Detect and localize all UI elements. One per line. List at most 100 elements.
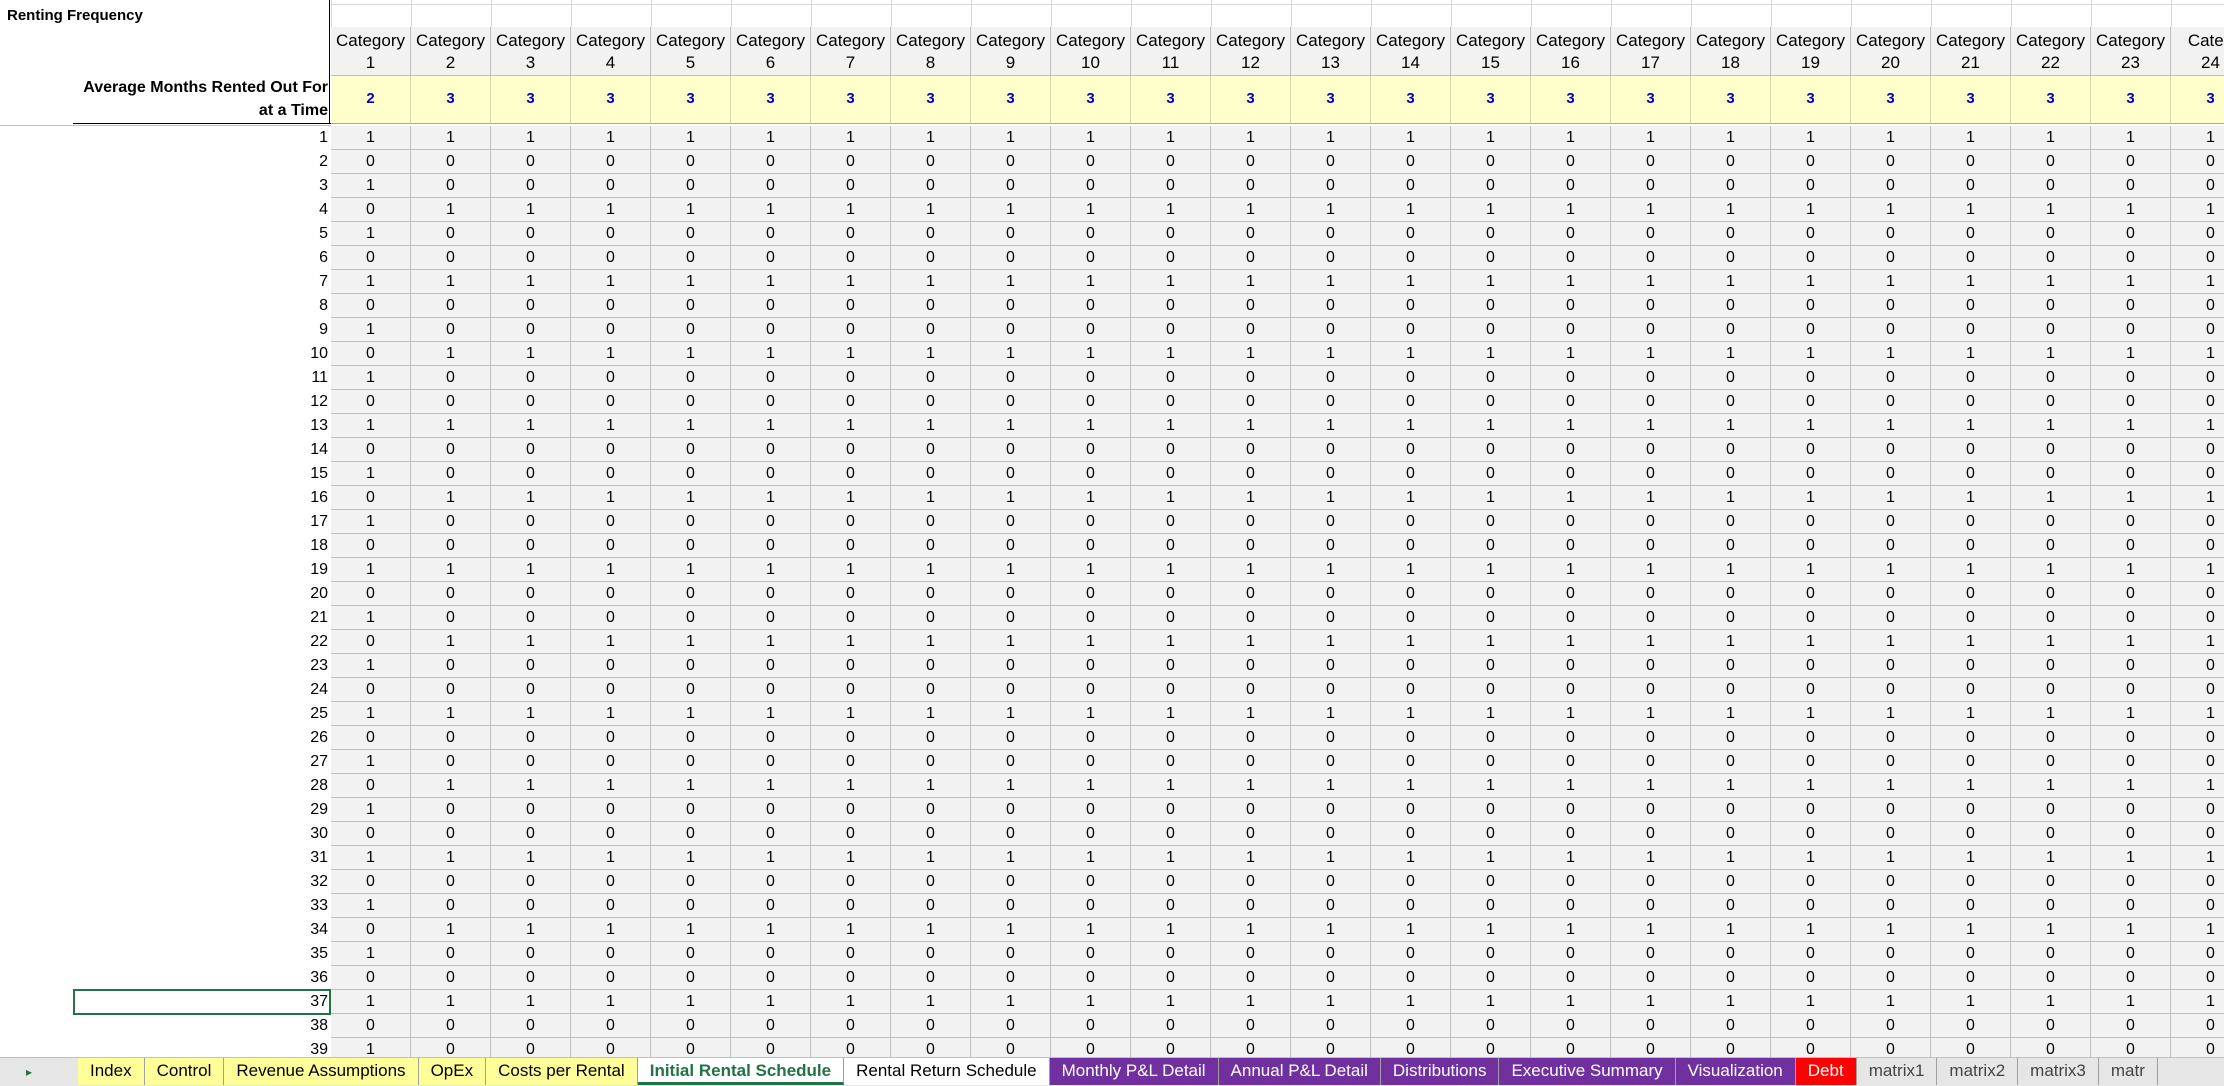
- data-cell[interactable]: 0: [571, 654, 651, 678]
- data-cell[interactable]: 0: [1211, 150, 1291, 174]
- avg-months-input[interactable]: 3: [2011, 76, 2091, 124]
- data-cell[interactable]: 1: [2171, 918, 2224, 942]
- data-cell[interactable]: 1: [651, 486, 731, 510]
- data-cell[interactable]: 1: [1611, 630, 1691, 654]
- data-cell[interactable]: 1: [1371, 990, 1451, 1014]
- data-cell[interactable]: 0: [1131, 606, 1211, 630]
- data-cell[interactable]: 1: [651, 270, 731, 294]
- data-cell[interactable]: 1: [411, 558, 491, 582]
- data-cell[interactable]: 1: [2091, 486, 2171, 510]
- data-cell[interactable]: 0: [1771, 510, 1851, 534]
- data-cell[interactable]: 0: [1211, 246, 1291, 270]
- category-header[interactable]: Category 17: [1611, 27, 1691, 76]
- data-cell[interactable]: 0: [731, 318, 811, 342]
- data-cell[interactable]: 1: [731, 126, 811, 150]
- data-cell[interactable]: 0: [571, 678, 651, 702]
- data-cell[interactable]: 0: [331, 342, 411, 366]
- data-cell[interactable]: 1: [571, 846, 651, 870]
- data-cell[interactable]: 0: [491, 246, 571, 270]
- category-header[interactable]: Category 9: [971, 27, 1051, 76]
- avg-months-input[interactable]: 3: [2091, 76, 2171, 124]
- data-cell[interactable]: 1: [1931, 918, 2011, 942]
- data-cell[interactable]: 0: [1771, 174, 1851, 198]
- data-cell[interactable]: 1: [2011, 126, 2091, 150]
- data-cell[interactable]: 0: [1371, 510, 1451, 534]
- data-cell[interactable]: 0: [971, 534, 1051, 558]
- data-cell[interactable]: 1: [1051, 414, 1131, 438]
- data-cell[interactable]: 1: [2011, 990, 2091, 1014]
- data-cell[interactable]: 0: [1051, 966, 1131, 990]
- data-cell[interactable]: 0: [1611, 294, 1691, 318]
- data-cell[interactable]: 0: [1051, 510, 1131, 534]
- data-cell[interactable]: 0: [2011, 222, 2091, 246]
- data-cell[interactable]: 0: [411, 582, 491, 606]
- data-cell[interactable]: 0: [1451, 510, 1531, 534]
- data-cell[interactable]: 1: [971, 342, 1051, 366]
- data-cell[interactable]: 0: [1611, 534, 1691, 558]
- data-cell[interactable]: 0: [1771, 390, 1851, 414]
- data-cell[interactable]: 0: [731, 534, 811, 558]
- data-cell[interactable]: 0: [731, 294, 811, 318]
- data-cell[interactable]: 0: [971, 822, 1051, 846]
- data-cell[interactable]: 0: [1531, 582, 1611, 606]
- data-cell[interactable]: 0: [1211, 534, 1291, 558]
- data-cell[interactable]: 0: [491, 462, 571, 486]
- data-cell[interactable]: 1: [651, 990, 731, 1014]
- data-cell[interactable]: 1: [2011, 558, 2091, 582]
- data-cell[interactable]: 1: [731, 342, 811, 366]
- data-cell[interactable]: 0: [811, 822, 891, 846]
- data-cell[interactable]: 0: [1451, 390, 1531, 414]
- data-cell[interactable]: 0: [811, 606, 891, 630]
- row-label[interactable]: 21: [73, 606, 331, 630]
- data-cell[interactable]: 0: [491, 366, 571, 390]
- data-cell[interactable]: 0: [1051, 174, 1131, 198]
- data-cell[interactable]: 0: [1611, 222, 1691, 246]
- data-cell[interactable]: 0: [491, 438, 571, 462]
- data-cell[interactable]: 0: [1931, 150, 2011, 174]
- data-cell[interactable]: 1: [1211, 486, 1291, 510]
- data-cell[interactable]: 0: [811, 1014, 891, 1038]
- data-cell[interactable]: 0: [491, 150, 571, 174]
- data-cell[interactable]: 1: [1611, 486, 1691, 510]
- data-cell[interactable]: 0: [2011, 870, 2091, 894]
- data-cell[interactable]: 0: [1051, 462, 1131, 486]
- data-cell[interactable]: 0: [1611, 390, 1691, 414]
- data-cell[interactable]: 1: [1851, 126, 1931, 150]
- data-cell[interactable]: 1: [651, 414, 731, 438]
- data-cell[interactable]: 1: [1611, 414, 1691, 438]
- data-cell[interactable]: 0: [1371, 366, 1451, 390]
- data-cell[interactable]: 0: [571, 1014, 651, 1038]
- data-cell[interactable]: 1: [2011, 846, 2091, 870]
- data-cell[interactable]: 0: [1131, 174, 1211, 198]
- data-cell[interactable]: 1: [1611, 342, 1691, 366]
- data-cell[interactable]: 0: [891, 462, 971, 486]
- data-cell[interactable]: 1: [1451, 774, 1531, 798]
- data-cell[interactable]: 0: [891, 726, 971, 750]
- data-cell[interactable]: 1: [1691, 702, 1771, 726]
- data-cell[interactable]: 1: [1771, 630, 1851, 654]
- data-cell[interactable]: 0: [1211, 654, 1291, 678]
- data-cell[interactable]: 0: [491, 318, 571, 342]
- data-cell[interactable]: 1: [571, 198, 651, 222]
- data-cell[interactable]: 0: [491, 606, 571, 630]
- data-cell[interactable]: 0: [1371, 582, 1451, 606]
- data-cell[interactable]: 1: [1691, 774, 1771, 798]
- data-cell[interactable]: 0: [971, 942, 1051, 966]
- data-cell[interactable]: 1: [1131, 198, 1211, 222]
- data-cell[interactable]: 0: [1851, 174, 1931, 198]
- data-cell[interactable]: 1: [731, 702, 811, 726]
- data-cell[interactable]: 0: [1851, 534, 1931, 558]
- data-cell[interactable]: 1: [651, 918, 731, 942]
- data-cell[interactable]: 0: [1051, 870, 1131, 894]
- data-cell[interactable]: 1: [1211, 630, 1291, 654]
- data-cell[interactable]: 0: [1131, 582, 1211, 606]
- data-cell[interactable]: 1: [1611, 270, 1691, 294]
- data-cell[interactable]: 0: [1131, 246, 1211, 270]
- data-cell[interactable]: 0: [651, 438, 731, 462]
- data-cell[interactable]: 0: [811, 726, 891, 750]
- data-cell[interactable]: 0: [971, 222, 1051, 246]
- data-cell[interactable]: 0: [411, 390, 491, 414]
- data-cell[interactable]: 1: [1371, 630, 1451, 654]
- row-label[interactable]: 22: [73, 630, 331, 654]
- data-cell[interactable]: 0: [1291, 462, 1371, 486]
